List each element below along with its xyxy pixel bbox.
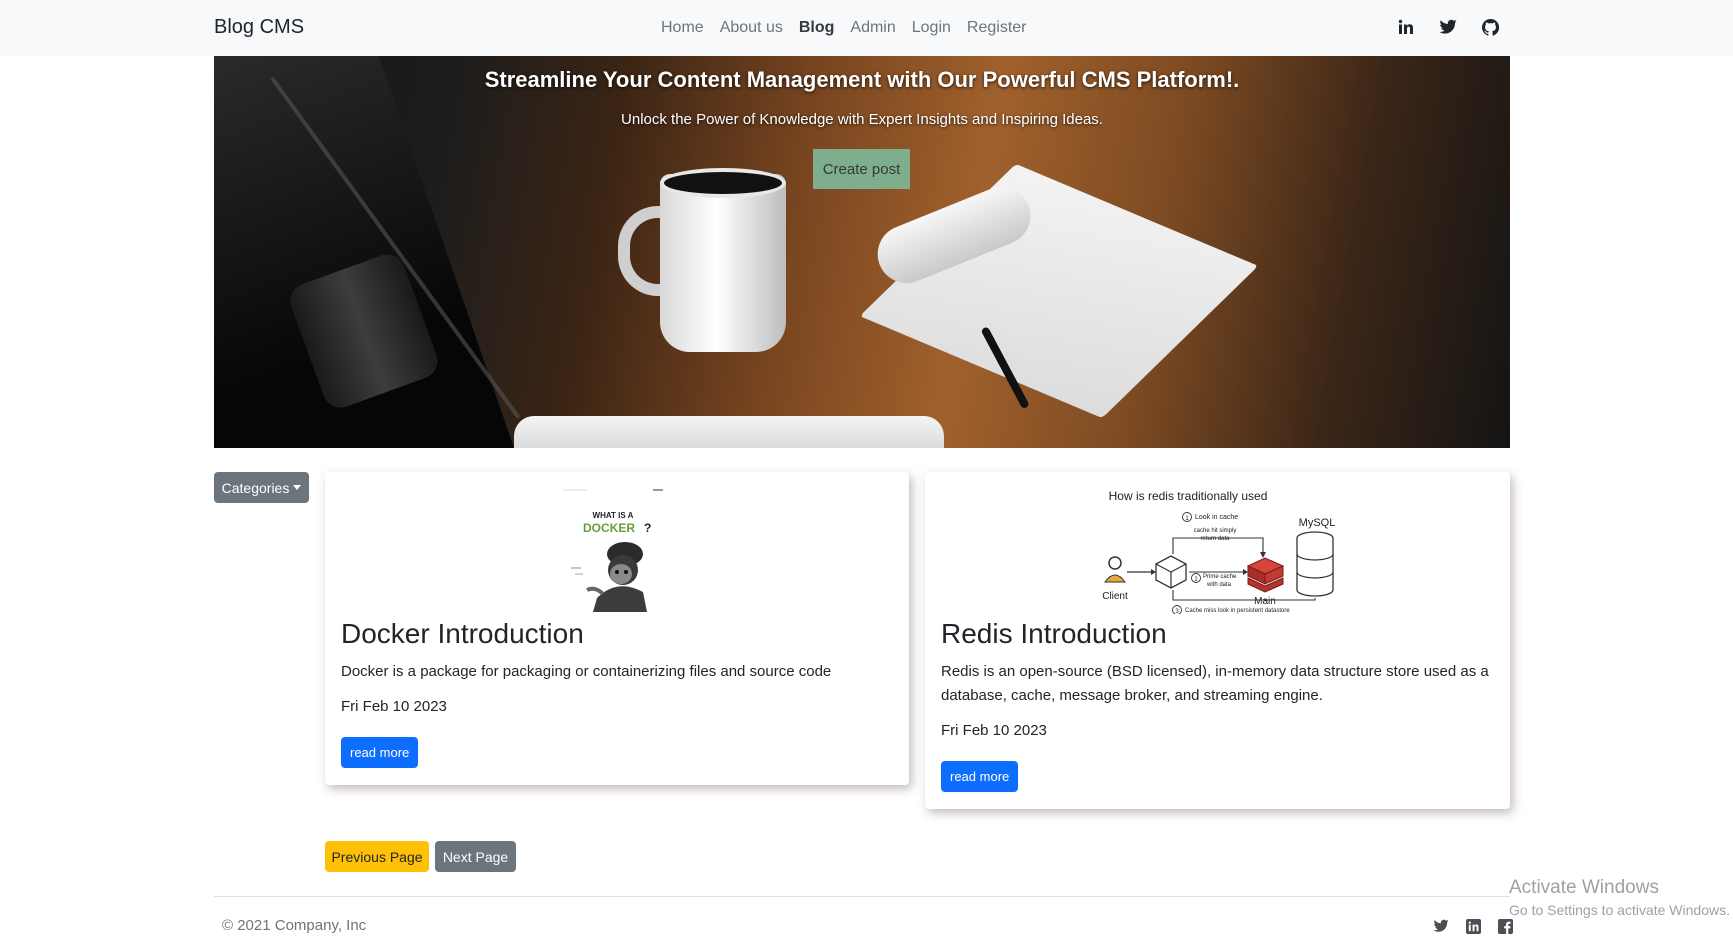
navbar-social-links: [1396, 17, 1500, 37]
post-date: Fri Feb 10 2023: [941, 722, 1047, 739]
hero-mug-coffee: [660, 168, 786, 198]
redis-image-heading: How is redis traditionally used: [1108, 489, 1267, 503]
post-excerpt: Redis is an open-source (BSD licensed), …: [941, 663, 1489, 704]
nav-link-about[interactable]: About us: [720, 19, 783, 37]
post-title[interactable]: Redis Introduction: [941, 618, 1167, 650]
nav-links: Home About us Blog Admin Login Register: [661, 19, 1026, 37]
read-more-button[interactable]: read more: [341, 737, 419, 768]
hero-title: Streamline Your Content Management with …: [484, 67, 1240, 92]
redis-image-main: Main: [1254, 596, 1276, 607]
hero-white-mug: [660, 174, 786, 352]
create-post-button[interactable]: Create post: [813, 149, 910, 189]
post-card-docker: WHAT IS A DOCKER ? Docker Introduction D…: [325, 472, 909, 785]
brand-link[interactable]: Blog CMS: [214, 16, 304, 39]
post-image-docker: WHAT IS A DOCKER ?: [325, 486, 909, 614]
nav-link-login[interactable]: Login: [912, 19, 951, 37]
previous-page-button[interactable]: Previous Page: [325, 841, 429, 872]
redis-image-step2: Prime cache: [1203, 574, 1237, 580]
watermark-subtitle: Go to Settings to activate Windows.: [1509, 902, 1730, 918]
redis-image-step2b: with data: [1206, 582, 1232, 588]
twitter-icon[interactable]: [1438, 17, 1458, 37]
read-more-button[interactable]: read more: [941, 761, 1019, 792]
hero-notepad: [859, 163, 1259, 419]
post-image-redis: How is redis traditionally used Client 1…: [925, 486, 1510, 614]
categories-label: Categories: [221, 479, 290, 496]
redis-image-n3: 3: [1175, 609, 1179, 614]
redis-image-step3: Cache miss look in persistent datastore: [1185, 608, 1290, 614]
post-card-redis: How is redis traditionally used Client 1…: [925, 472, 1510, 809]
post-excerpt: Docker is a package for packaging or con…: [341, 663, 832, 680]
navbar: Blog CMS Home About us Blog Admin Login …: [0, 0, 1733, 56]
caret-down-icon: [293, 485, 302, 490]
hero-banner: Streamline Your Content Management with …: [214, 56, 1510, 448]
next-page-button[interactable]: Next Page: [435, 841, 516, 872]
github-icon[interactable]: [1480, 17, 1500, 37]
docker-image-text-line2: DOCKER: [583, 521, 635, 535]
twitter-icon[interactable]: [1432, 917, 1450, 935]
nav-link-home[interactable]: Home: [661, 19, 704, 37]
footer-social-links: [1432, 917, 1514, 935]
footer-divider: [214, 896, 1510, 897]
linkedin-icon[interactable]: [1396, 17, 1416, 37]
nav-link-blog[interactable]: Blog: [799, 19, 835, 37]
nav-link-admin[interactable]: Admin: [850, 19, 895, 37]
facebook-icon[interactable]: [1496, 917, 1514, 935]
hero-laptop-bottom: [514, 416, 944, 448]
docker-image-text-suffix: ?: [644, 521, 651, 535]
redis-image-client: Client: [1102, 591, 1128, 602]
footer-copyright: © 2021 Company, Inc: [222, 917, 367, 934]
redis-image-cache-hit: cache hit simply: [1193, 528, 1236, 534]
watermark-title: Activate Windows: [1509, 877, 1659, 898]
nav-link-register[interactable]: Register: [967, 19, 1027, 37]
post-date: Fri Feb 10 2023: [341, 698, 447, 715]
windows-activation-watermark: Activate Windows Go to Settings to activ…: [1509, 877, 1730, 918]
redis-image-cache-hit2: return data: [1200, 536, 1230, 542]
linkedin-icon[interactable]: [1464, 917, 1482, 935]
post-title[interactable]: Docker Introduction: [341, 618, 584, 650]
redis-image-mysql: MySQL: [1298, 517, 1335, 529]
docker-image-text-line1: WHAT IS A: [593, 511, 634, 520]
hero-subtitle: Unlock the Power of Knowledge with Exper…: [621, 111, 1103, 128]
categories-dropdown-button[interactable]: Categories: [214, 472, 309, 503]
redis-image-step1: Look in cache: [1195, 514, 1238, 521]
